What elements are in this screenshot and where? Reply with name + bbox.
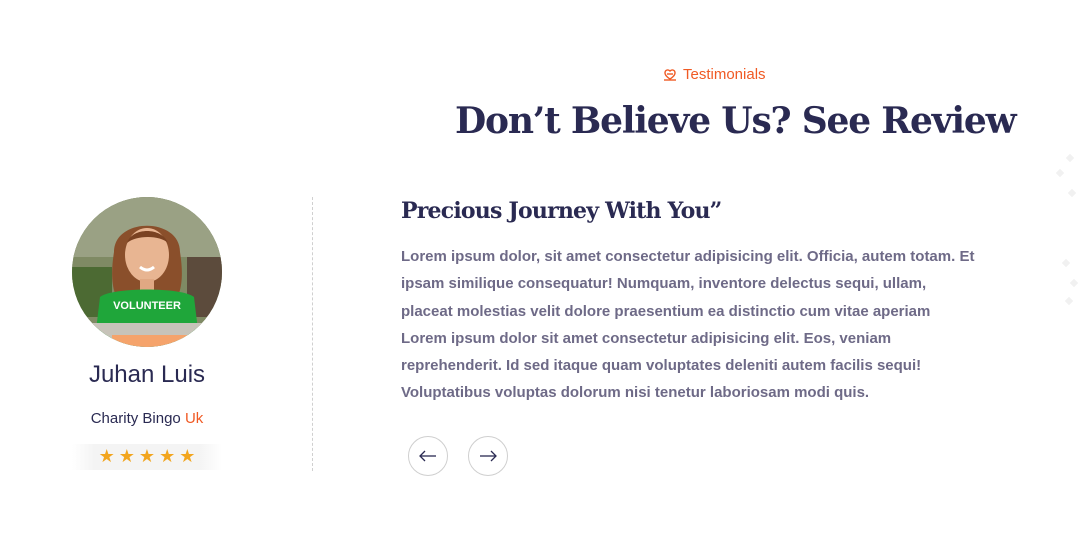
avatar: VOLUNTEER: [72, 197, 222, 347]
quote-line: Voluptatibus voluptas dolorum nisi tenet…: [401, 384, 870, 402]
quote-line: placeat molestias velit dolore praesenti…: [401, 302, 931, 320]
star-rating: ★ ★ ★ ★ ★: [72, 444, 222, 470]
person-name: Juhan Luis: [88, 361, 206, 388]
quote-line: Lorem ipsum dolor sit amet consectetur a…: [401, 329, 892, 347]
star-icon: ★: [159, 446, 176, 467]
testimonials-section: Testimonials Don’t Believe Us? See Revie…: [0, 0, 1079, 538]
eyebrow-label: Testimonials: [683, 66, 766, 83]
star-icon: ★: [98, 446, 115, 467]
page-title: Don’t Believe Us? See Review: [455, 100, 1017, 142]
prev-button[interactable]: [408, 436, 448, 476]
person-role: Charity Bingo Uk: [47, 410, 247, 427]
charity-icon: [662, 67, 678, 83]
quote-line: ipsam similique consequatur! Numquam, in…: [401, 275, 927, 293]
role-accent: Uk: [184, 410, 204, 427]
quote-line: Lorem ipsum dolor, sit amet consectetur …: [401, 248, 975, 265]
star-icon: ★: [118, 446, 135, 467]
arrow-right-icon: [479, 450, 497, 462]
arrow-left-icon: [419, 450, 437, 462]
role-prefix: Charity Bingo: [90, 410, 181, 427]
quote-line: reprehenderit. Id sed itaque quam volupt…: [401, 357, 922, 375]
decorative-pattern: [1039, 150, 1079, 320]
star-icon: ★: [138, 446, 156, 467]
svg-text:VOLUNTEER: VOLUNTEER: [113, 300, 181, 312]
quote-body: Lorem ipsum dolor, sit amet consectetur …: [401, 243, 1021, 407]
dashed-divider: [312, 197, 313, 471]
section-eyebrow: Testimonials: [662, 66, 766, 83]
next-button[interactable]: [468, 436, 508, 476]
quote-title: Precious Journey With You”: [401, 198, 722, 224]
star-icon: ★: [179, 446, 196, 467]
